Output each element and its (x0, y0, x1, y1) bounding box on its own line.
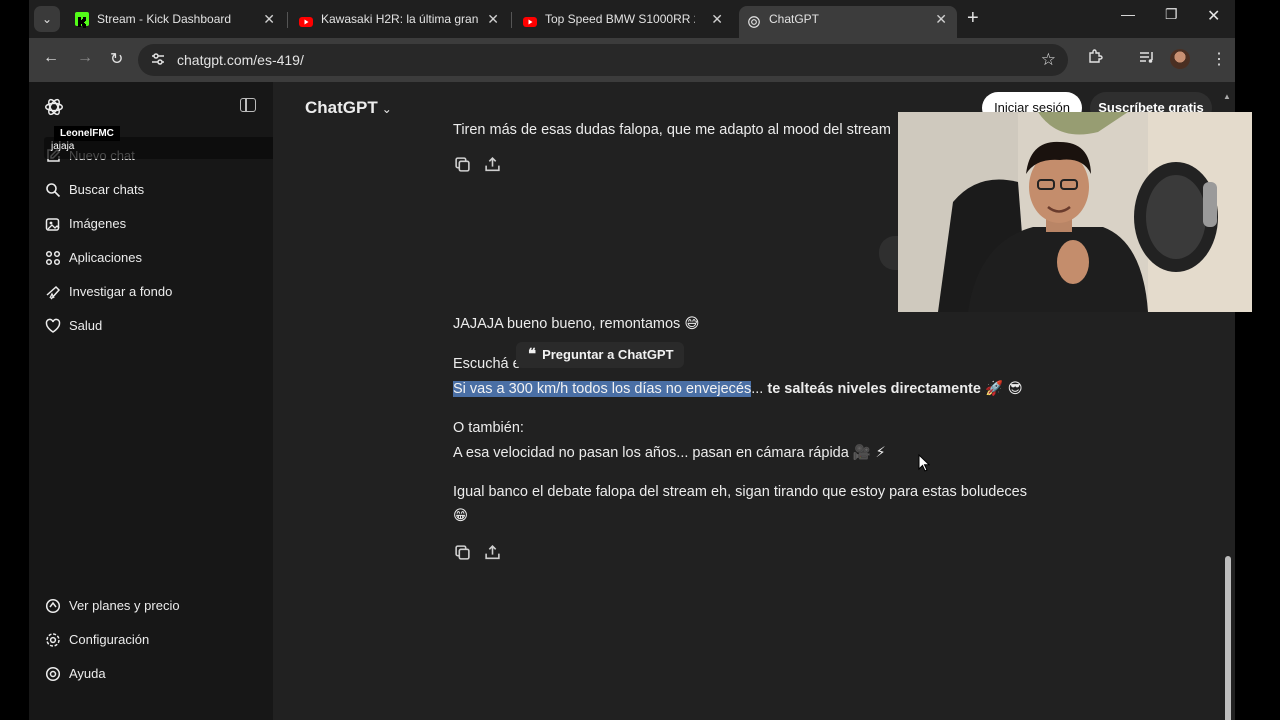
tab-title: Kawasaki H2R: la última gran m (321, 12, 481, 26)
sidebar-item-label: Aplicaciones (69, 250, 142, 265)
stream-chat-username: LeonelFMC (54, 126, 120, 141)
mouse-cursor-icon (918, 453, 931, 472)
emoji: 🚀 😎 (984, 381, 1023, 397)
close-window-button[interactable]: ✕ (1207, 6, 1220, 26)
images-icon (45, 216, 61, 232)
message-line: 😁 (453, 508, 468, 524)
restore-button[interactable]: ❐ (1165, 6, 1178, 23)
media-controls-icon[interactable] (1139, 49, 1155, 69)
tab-separator (511, 12, 512, 28)
scrollbar-thumb[interactable] (1225, 556, 1231, 720)
emoji: 😁 (453, 508, 469, 524)
selected-text: Si vas a 300 km/h todos los días no enve… (453, 381, 752, 397)
heart-icon (45, 318, 61, 334)
new-tab-button[interactable]: + (967, 7, 979, 30)
site-settings-icon[interactable] (150, 51, 166, 67)
copy-icon[interactable] (454, 544, 472, 562)
emoji: 😅 (684, 316, 700, 332)
sidebar-item-label: Investigar a fondo (69, 284, 173, 299)
model-name: ChatGPT (305, 98, 378, 117)
browser-menu-icon[interactable]: ⋮ (1211, 49, 1227, 69)
scroll-up-icon[interactable]: ▲ (1223, 92, 1231, 101)
kick-icon (75, 12, 89, 28)
tab-kawasaki[interactable]: Kawasaki H2R: la última gran m ✕ (291, 6, 509, 36)
share-icon[interactable] (484, 156, 502, 174)
browser-window: ⌄ Stream - Kick Dashboard ✕ Kawasaki H2R… (29, 0, 1235, 720)
sidebar-item-label: Ayuda (69, 666, 106, 681)
close-icon[interactable]: ✕ (487, 6, 499, 32)
tab-title: Top Speed BMW S1000RR 2020 (545, 12, 695, 26)
close-icon[interactable]: ✕ (263, 6, 275, 32)
share-icon[interactable] (484, 544, 502, 562)
message-text: JAJAJA bueno bueno, remontamos (453, 316, 681, 332)
browser-toolbar: ← → ↻ chatgpt.com/es-419/ ☆ ⋮ (29, 38, 1235, 82)
youtube-icon (299, 12, 313, 27)
tab-chatgpt[interactable]: ChatGPT ✕ (739, 6, 957, 38)
apps-icon (45, 250, 61, 266)
sidebar-item-label: Imágenes (69, 216, 127, 231)
plans-icon (45, 598, 61, 614)
message-line: Escuchá e (453, 356, 521, 372)
screen: ⌄ Stream - Kick Dashboard ✕ Kawasaki H2R… (0, 0, 1280, 720)
tab-separator (287, 12, 288, 28)
sidebar-item-label: Salud (69, 318, 103, 333)
ask-chatgpt-button[interactable]: ❝ Preguntar a ChatGPT (516, 342, 684, 368)
profile-avatar[interactable] (1170, 49, 1190, 69)
message-line: A esa velocidad no pasan los años... pas… (453, 444, 886, 461)
sidebar: Nuevo chat Buscar chats Imágenes Aplicac… (29, 82, 384, 720)
chatgpt-logo-icon[interactable] (43, 96, 65, 118)
model-selector[interactable]: ChatGPT ⌄ (305, 98, 392, 118)
forward-button[interactable]: → (77, 49, 93, 67)
telescope-icon (45, 284, 61, 300)
ask-chatgpt-label: Preguntar a ChatGPT (542, 347, 674, 362)
message-text: A esa velocidad no pasan los años... pas… (453, 445, 849, 461)
tab-kick-dashboard[interactable]: Stream - Kick Dashboard ✕ (67, 6, 285, 36)
tab-bmw[interactable]: Top Speed BMW S1000RR 2020 ✕ (515, 6, 733, 36)
search-icon (45, 182, 61, 198)
sidebar-item-label: Configuración (69, 632, 150, 647)
emoji: 🎥 ⚡ (852, 445, 886, 461)
bookmark-star-icon[interactable]: ☆ (1041, 50, 1056, 70)
close-icon[interactable]: ✕ (935, 6, 947, 32)
help-icon (45, 666, 61, 682)
message-bold-text: te salteás niveles directamente (767, 381, 981, 397)
copy-icon[interactable] (454, 156, 472, 174)
sidebar-toggle-icon[interactable] (240, 98, 256, 112)
webcam-image (898, 112, 1252, 312)
minimize-button[interactable]: — (1121, 6, 1135, 22)
message-line: Igual banco el debate falopa del stream … (453, 484, 1027, 500)
chatgpt-icon (747, 12, 761, 28)
youtube-icon (523, 12, 537, 27)
tab-strip: ⌄ Stream - Kick Dashboard ✕ Kawasaki H2R… (29, 0, 1235, 38)
reload-button[interactable]: ↻ (110, 49, 123, 69)
tab-title: Stream - Kick Dashboard (97, 12, 232, 26)
address-bar[interactable]: chatgpt.com/es-419/ ☆ (138, 44, 1068, 76)
extensions-icon[interactable] (1087, 49, 1103, 69)
message-text: ... (751, 381, 768, 397)
tab-search-button[interactable]: ⌄ (34, 6, 60, 32)
message-line: JAJAJA bueno bueno, remontamos 😅 (453, 316, 699, 332)
chevron-down-icon: ⌄ (381, 102, 392, 116)
gear-icon (45, 632, 61, 648)
message-line: O también: (453, 420, 524, 436)
sidebar-item-label: Buscar chats (69, 182, 145, 197)
webcam-overlay (898, 112, 1252, 312)
quote-icon: ❝ (528, 346, 537, 363)
message-line: Si vas a 300 km/h todos los días no enve… (453, 380, 1023, 397)
sidebar-item-label: Ver planes y precio (69, 598, 180, 613)
close-icon[interactable]: ✕ (711, 6, 723, 32)
tab-title: ChatGPT (769, 12, 820, 26)
url-text: chatgpt.com/es-419/ (177, 52, 304, 68)
back-button[interactable]: ← (43, 49, 59, 67)
previous-message-text: Tiren más de esas dudas falopa, que me a… (453, 122, 891, 138)
stream-chat-message: jajaja (51, 141, 75, 152)
